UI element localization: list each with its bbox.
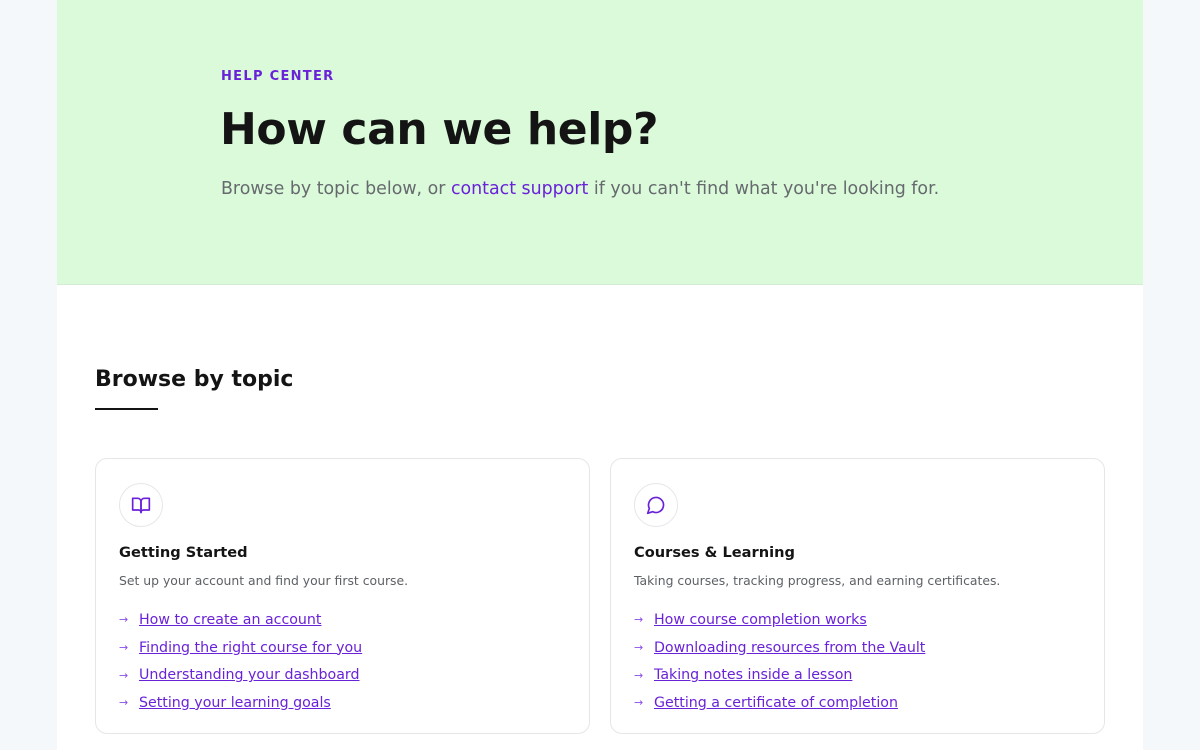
arrow-right-icon: → <box>634 613 644 627</box>
topic-link-item: → Finding the right course for you <box>119 634 362 662</box>
topic-link-list: → How course completion works → Download… <box>634 606 925 717</box>
section-title: Browse by topic <box>95 367 294 392</box>
article-link[interactable]: Setting your learning goals <box>139 695 331 711</box>
arrow-right-icon: → <box>634 668 644 682</box>
topic-link-item: → Taking notes inside a lesson <box>634 661 925 689</box>
topic-card-description: Taking courses, tracking progress, and e… <box>634 573 1001 588</box>
topic-link-item: → How course completion works <box>634 606 925 634</box>
subtitle-text-after: if you can't find what you're looking fo… <box>588 179 940 199</box>
help-center-page: HELP CENTER How can we help? Browse by t… <box>57 0 1143 750</box>
topic-card-title: Courses & Learning <box>634 544 795 561</box>
article-link[interactable]: Finding the right course for you <box>139 640 362 656</box>
eyebrow-label: HELP CENTER <box>221 69 335 84</box>
topic-card-getting-started: Getting Started Set up your account and … <box>95 458 590 734</box>
topic-link-item: → Downloading resources from the Vault <box>634 634 925 662</box>
hero-subtitle: Browse by topic below, or contact suppor… <box>221 179 939 199</box>
subtitle-text-before: Browse by topic below, or <box>221 179 451 199</box>
topic-card-title: Getting Started <box>119 544 248 561</box>
message-circle-icon <box>634 483 678 527</box>
hero-banner: HELP CENTER How can we help? Browse by t… <box>57 0 1143 285</box>
arrow-right-icon: → <box>634 696 644 710</box>
arrow-right-icon: → <box>119 641 129 655</box>
arrow-right-icon: → <box>119 613 129 627</box>
topic-link-item: → Understanding your dashboard <box>119 661 362 689</box>
topic-link-item: → Getting a certificate of completion <box>634 689 925 717</box>
topic-link-list: → How to create an account → Finding the… <box>119 606 362 717</box>
section-title-underline <box>95 408 158 410</box>
article-link[interactable]: Taking notes inside a lesson <box>654 667 852 683</box>
article-link[interactable]: How to create an account <box>139 612 321 628</box>
article-link[interactable]: Understanding your dashboard <box>139 667 360 683</box>
topic-link-item: → Setting your learning goals <box>119 689 362 717</box>
page-title: How can we help? <box>220 104 659 155</box>
topic-card-description: Set up your account and find your first … <box>119 573 409 588</box>
article-link[interactable]: Getting a certificate of completion <box>654 695 898 711</box>
article-link[interactable]: How course completion works <box>654 612 867 628</box>
arrow-right-icon: → <box>634 641 644 655</box>
article-link[interactable]: Downloading resources from the Vault <box>654 640 925 656</box>
topic-link-item: → How to create an account <box>119 606 362 634</box>
arrow-right-icon: → <box>119 668 129 682</box>
book-open-icon <box>119 483 163 527</box>
contact-support-link[interactable]: contact support <box>451 179 588 199</box>
topic-card-courses-learning: Courses & Learning Taking courses, track… <box>610 458 1105 734</box>
arrow-right-icon: → <box>119 696 129 710</box>
